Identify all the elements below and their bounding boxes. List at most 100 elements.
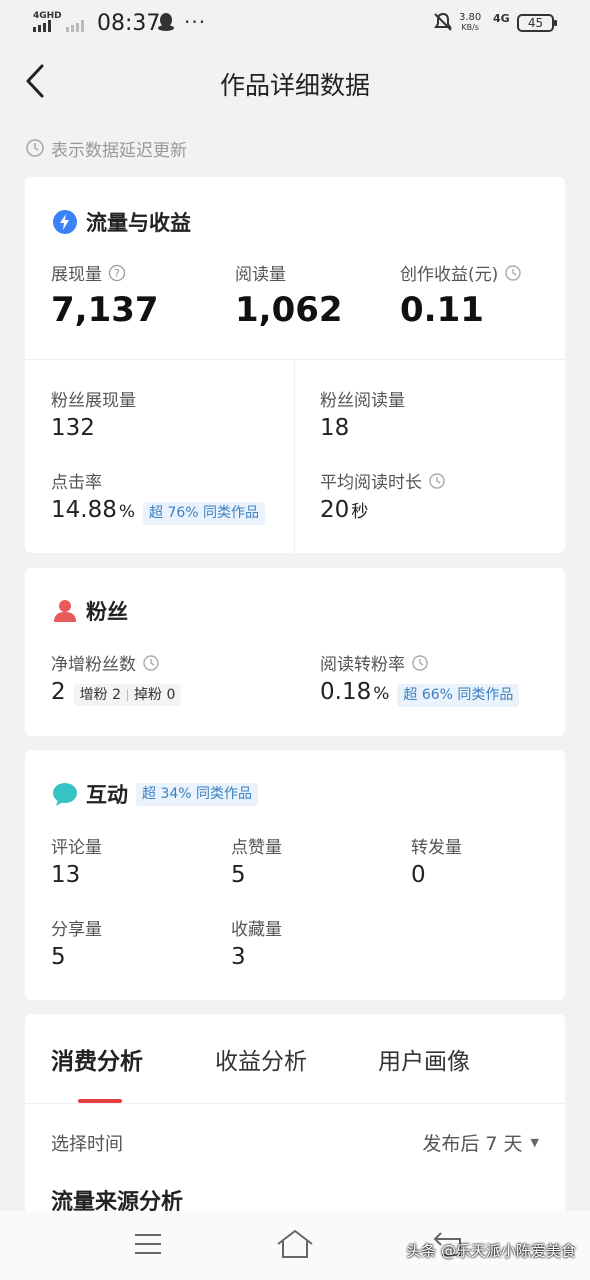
comments-value: 13 bbox=[51, 862, 80, 888]
earnings-label-text: 创作收益(元) bbox=[400, 265, 499, 285]
avg-read-value: 20 秒 bbox=[320, 497, 368, 523]
divider bbox=[25, 1103, 565, 1104]
fan-reads-number: 18 bbox=[320, 415, 350, 441]
ctr-value: 14.88% 超 76% 同类作品 bbox=[51, 497, 266, 525]
fan-reads-label: 粉丝阅读量 bbox=[320, 391, 405, 411]
fans-breakdown: 增粉 2 掉粉 0 bbox=[73, 684, 182, 706]
reposts-number: 0 bbox=[411, 862, 426, 888]
favorites-value: 3 bbox=[231, 944, 246, 970]
time-select-dropdown[interactable]: 发布后 7 天 ▼ bbox=[422, 1129, 539, 1156]
clock-icon bbox=[26, 139, 44, 157]
avg-read-label: 平均阅读时长 bbox=[320, 468, 446, 493]
interaction-header: 互动 超 34% 同类作品 bbox=[52, 779, 259, 809]
analysis-tabs: 消费分析 收益分析 用户画像 bbox=[25, 1014, 565, 1104]
reposts-value: 0 bbox=[411, 862, 426, 888]
traffic-header: 流量与收益 bbox=[52, 207, 191, 237]
qq-icon bbox=[158, 13, 174, 31]
comments-number: 13 bbox=[51, 862, 81, 888]
network-speed: 3.80 KB/s bbox=[459, 13, 481, 33]
traffic-card: 流量与收益 展现量 ? 7,137 阅读量 1,062 创作收益(元) 0.11… bbox=[25, 177, 565, 553]
delay-note-text: 表示数据延迟更新 bbox=[51, 140, 187, 161]
fan-reads-value: 18 bbox=[320, 415, 349, 441]
delay-note: 表示数据延迟更新 bbox=[25, 136, 187, 161]
conversion-label-text: 阅读转粉率 bbox=[320, 655, 405, 675]
clock-icon bbox=[143, 654, 159, 671]
shares-number: 5 bbox=[51, 944, 66, 970]
page-title: 作品详细数据 bbox=[219, 71, 370, 100]
interaction-title: 互动 bbox=[86, 783, 128, 807]
gain-value: 2 bbox=[112, 687, 122, 703]
nav-bar: 作品详细数据 bbox=[0, 46, 590, 116]
ctr-number: 14.88 bbox=[51, 497, 117, 523]
fans-header: 粉丝 bbox=[52, 596, 128, 626]
network-type: 4G bbox=[493, 12, 510, 25]
shares-label: 分享量 bbox=[51, 920, 102, 940]
impressions-label-text: 展现量 bbox=[51, 265, 102, 285]
speed-unit: KB/s bbox=[461, 23, 479, 32]
likes-label: 点赞量 bbox=[231, 838, 282, 858]
reads-label: 阅读量 bbox=[235, 265, 286, 285]
net-fans-number: 2 bbox=[51, 679, 66, 705]
svg-text:?: ? bbox=[114, 267, 120, 280]
mute-bell-icon bbox=[434, 12, 452, 31]
likes-value: 5 bbox=[231, 862, 246, 888]
signal-icon bbox=[33, 20, 91, 32]
help-icon[interactable]: ? bbox=[108, 264, 126, 282]
time-select-value: 发布后 7 天 bbox=[422, 1133, 523, 1155]
conversion-badge: 超 66% 同类作品 bbox=[397, 684, 520, 707]
fans-title: 粉丝 bbox=[86, 600, 128, 624]
likes-number: 5 bbox=[231, 862, 246, 888]
impressions-label: 展现量 ? bbox=[51, 260, 126, 285]
reposts-label: 转发量 bbox=[411, 838, 462, 858]
tab-consumption-analysis[interactable]: 消费分析 bbox=[51, 1042, 143, 1076]
speed-value: 3.80 bbox=[459, 12, 482, 23]
favorites-number: 3 bbox=[231, 944, 246, 970]
earnings-label: 创作收益(元) bbox=[400, 260, 522, 285]
clock-icon bbox=[505, 264, 521, 281]
ctr-label: 点击率 bbox=[51, 473, 102, 493]
home-icon[interactable] bbox=[275, 1228, 315, 1260]
shares-value: 5 bbox=[51, 944, 66, 970]
interaction-badge: 超 34% 同类作品 bbox=[136, 782, 259, 806]
caret-down-icon: ▼ bbox=[530, 1136, 539, 1149]
watermark: 头条 @乐天派小陈爱美食 bbox=[406, 1242, 576, 1260]
fans-card: 粉丝 净增粉丝数 2 增粉 2 掉粉 0 阅读转粉率 0.18% 超 66% 同… bbox=[25, 568, 565, 736]
comments-label: 评论量 bbox=[51, 838, 102, 858]
earnings-value: 0.11 bbox=[400, 290, 484, 330]
conversion-unit: % bbox=[373, 684, 390, 704]
net-fans-label: 净增粉丝数 bbox=[51, 650, 160, 675]
conversion-value: 0.18% 超 66% 同类作品 bbox=[320, 679, 520, 707]
favorites-label: 收藏量 bbox=[231, 920, 282, 940]
divider bbox=[25, 359, 565, 360]
clock-icon bbox=[412, 654, 428, 671]
avg-read-label-text: 平均阅读时长 bbox=[320, 473, 422, 493]
fans-icon bbox=[54, 600, 76, 622]
divider bbox=[294, 359, 295, 553]
traffic-title: 流量与收益 bbox=[86, 211, 191, 235]
ctr-unit: % bbox=[118, 502, 136, 522]
net-fans-value: 2 增粉 2 掉粉 0 bbox=[51, 679, 182, 706]
conversion-number: 0.18 bbox=[320, 679, 372, 705]
status-bar: 4GHD 08:37 ··· 3.80 KB/s 4G 45 bbox=[0, 0, 590, 46]
clock-icon bbox=[429, 472, 445, 489]
gain-label: 增粉 bbox=[79, 687, 108, 703]
menu-icon[interactable] bbox=[134, 1233, 162, 1255]
time-select-label: 选择时间 bbox=[51, 1134, 123, 1155]
loss-label: 掉粉 bbox=[134, 687, 163, 703]
avg-read-unit: 秒 bbox=[351, 502, 369, 522]
clock: 08:37 bbox=[97, 11, 161, 36]
tab-user-profile[interactable]: 用户画像 bbox=[378, 1042, 470, 1076]
avg-read-number: 20 bbox=[320, 497, 350, 523]
more-notifications-icon: ··· bbox=[184, 10, 207, 34]
traffic-icon bbox=[53, 210, 77, 234]
interaction-card: 互动 超 34% 同类作品 评论量 13 点赞量 5 转发量 0 分享量 5 收… bbox=[25, 750, 565, 1000]
chat-bubble-icon bbox=[53, 783, 77, 806]
impressions-value: 7,137 bbox=[51, 290, 159, 330]
reads-value: 1,062 bbox=[235, 290, 343, 330]
loss-value: 0 bbox=[166, 687, 176, 703]
conversion-label: 阅读转粉率 bbox=[320, 650, 429, 675]
ctr-badge: 超 76% 同类作品 bbox=[143, 502, 266, 525]
fan-impressions-value: 132 bbox=[51, 415, 95, 441]
fan-impressions-label: 粉丝展现量 bbox=[51, 391, 136, 411]
tab-earnings-analysis[interactable]: 收益分析 bbox=[215, 1042, 307, 1076]
